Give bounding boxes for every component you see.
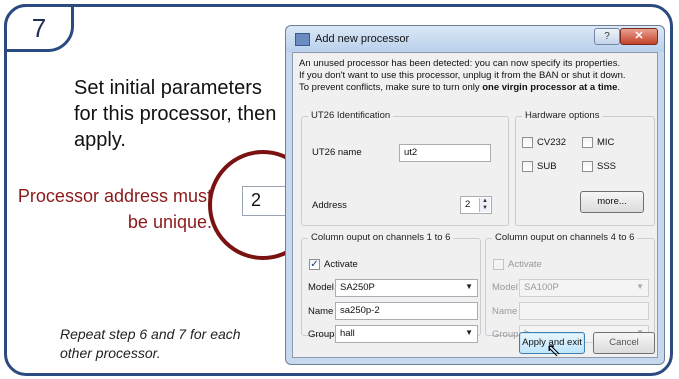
col1-activate-label: Activate: [324, 259, 358, 270]
col2-model-select[interactable]: SA100P ▼: [519, 279, 649, 297]
col1-group-title: Column ouput on channels 1 to 6: [308, 232, 454, 243]
message-line-3: To prevent conflicts, make sure to turn …: [299, 82, 657, 94]
mic-checkbox[interactable]: [582, 137, 593, 148]
col1-name-label: Name: [308, 306, 334, 317]
col1-model-label: Model: [308, 282, 334, 293]
message-line-1: An unused processor has been detected: y…: [299, 58, 621, 69]
footnote-text: Repeat step 6 and 7 for each other proce…: [60, 326, 241, 361]
more-button[interactable]: more...: [580, 191, 644, 213]
col2-group-title: Column ouput on channels 4 to 6: [492, 232, 638, 243]
col2-model-value: SA100P: [524, 282, 559, 293]
column-output-2-group: Column ouput on channels 4 to 6 Activate…: [485, 232, 655, 343]
col1-group-value: hall: [340, 328, 355, 339]
close-button[interactable]: ✕: [620, 28, 658, 45]
col1-model-select[interactable]: SA250P ▼: [335, 279, 478, 297]
callout-text: Processor address must be unique.: [17, 186, 212, 232]
dialog-message: An unused processor has been detected: y…: [299, 58, 657, 94]
message-line-2: If you don't want to use this processor,…: [299, 70, 626, 81]
col2-model-label: Model: [492, 282, 518, 293]
message-line-3-text: To prevent conflicts, make sure to turn …: [299, 82, 483, 93]
instruction-text: Set initial parameters for this processo…: [74, 77, 277, 151]
sss-checkbox[interactable]: [582, 161, 593, 172]
col2-group-label: Group: [492, 329, 519, 340]
sub-checkbox[interactable]: [522, 161, 533, 172]
col1-model-value: SA250P: [340, 282, 375, 293]
ut26-identification-group: UT26 Identification UT26 name ut2 Addres…: [301, 110, 509, 226]
zoomed-address-value: 2: [251, 190, 262, 210]
mic-label: MIC: [597, 137, 615, 148]
col1-model-dropdown-icon: ▼: [465, 282, 473, 291]
app-window-icon: [295, 33, 310, 46]
col2-name-label: Name: [492, 306, 518, 317]
col2-name-input[interactable]: [519, 302, 649, 320]
message-line-3-end: .: [617, 82, 621, 93]
cv232-checkbox[interactable]: [522, 137, 533, 148]
cancel-button[interactable]: Cancel: [593, 332, 655, 354]
ut26-name-label: UT26 name: [312, 147, 362, 158]
col1-group-dropdown-icon: ▼: [465, 328, 473, 337]
ut26-group-title: UT26 Identification: [308, 110, 394, 121]
address-value: 2: [465, 199, 471, 210]
col1-activate-checkbox[interactable]: ✓: [309, 259, 320, 270]
hardware-options-group: Hardware options CV232 MIC SUB SSS more.…: [515, 110, 655, 226]
address-label: Address: [312, 200, 347, 211]
address-spin-arrows-icon[interactable]: ▲ ▼: [479, 198, 490, 212]
step-number-badge: 7: [4, 4, 74, 52]
col1-name-input[interactable]: sa250p-2: [335, 302, 478, 320]
col2-model-dropdown-icon: ▼: [636, 282, 644, 291]
ut26-name-input[interactable]: ut2: [399, 144, 491, 162]
column-output-1-group: Column ouput on channels 1 to 6 ✓ Activa…: [301, 232, 481, 343]
hardware-group-title: Hardware options: [522, 110, 603, 121]
step-number: 7: [31, 12, 47, 43]
col1-group-label: Group: [308, 329, 335, 340]
col2-activate-checkbox[interactable]: [493, 259, 504, 270]
col1-group-select[interactable]: hall ▼: [335, 325, 478, 343]
address-spinbox[interactable]: 2 ▲ ▼: [460, 196, 492, 214]
sub-label: SUB: [537, 161, 557, 172]
help-button[interactable]: ?: [594, 28, 620, 45]
sss-label: SSS: [597, 161, 617, 172]
col2-activate-label: Activate: [508, 259, 542, 270]
message-bold-text: one virgin processor at a time: [482, 82, 618, 93]
mouse-pointer-icon: ⇖: [546, 340, 562, 360]
dialog-title: Add new processor: [315, 33, 410, 45]
dialog-client-area: An unused processor has been detected: y…: [292, 52, 658, 358]
dialog-titlebar[interactable]: Add new processor ? ✕: [286, 26, 664, 52]
add-processor-dialog: Add new processor ? ✕ An unused processo…: [285, 25, 665, 365]
cv232-label: CV232: [537, 137, 567, 148]
